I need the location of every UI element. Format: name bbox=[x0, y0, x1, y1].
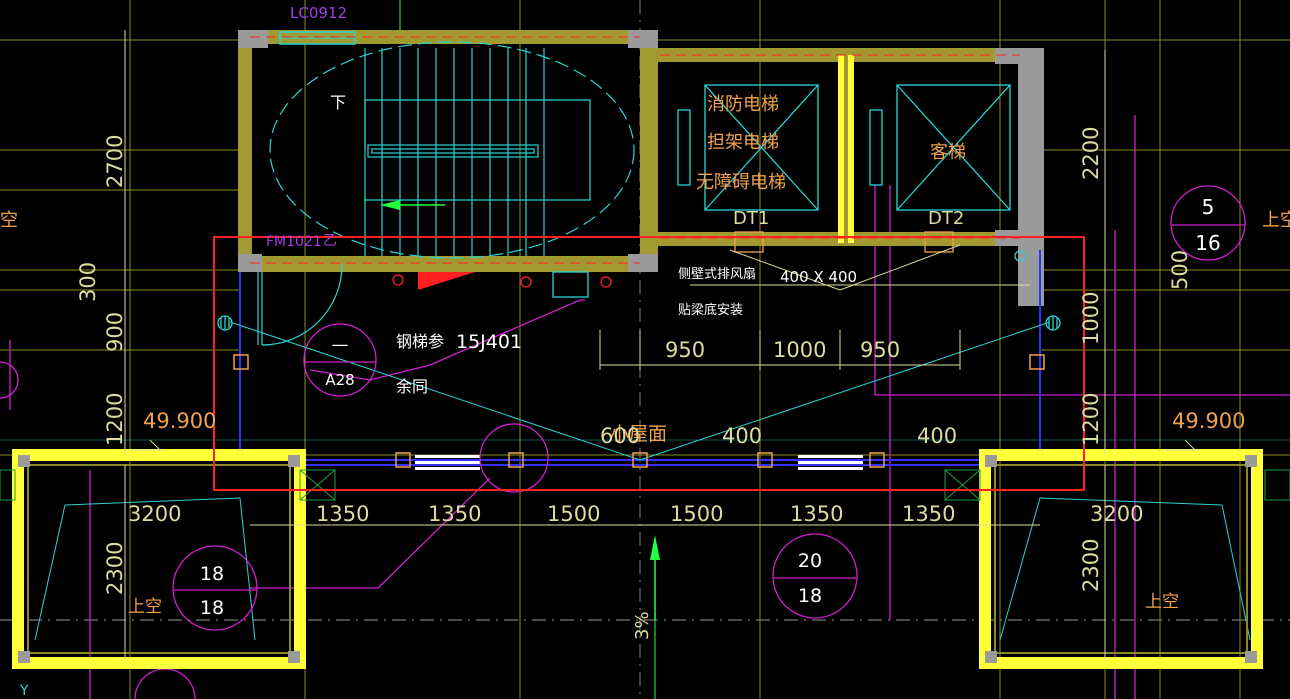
dim-bottom-8: 3200 bbox=[1090, 502, 1143, 526]
dim-top-3: 950 bbox=[860, 338, 900, 362]
dim-right-5: 2300 bbox=[1079, 539, 1103, 592]
dim-mid-3: 400 bbox=[917, 424, 957, 448]
elevator-1-label-line-1: 消防电梯 bbox=[707, 94, 779, 115]
dim-top-1: 950 bbox=[665, 338, 705, 362]
fan-note-1: 侧壁式排风扇 bbox=[678, 266, 756, 282]
edge-left-label: 空 bbox=[0, 210, 18, 231]
dim-bottom-1: 3200 bbox=[128, 502, 181, 526]
dim-bottom-4: 1500 bbox=[547, 502, 600, 526]
dim-right-1: 2200 bbox=[1079, 127, 1103, 180]
stair-down-label: 下 bbox=[330, 93, 346, 112]
callout-left-bottom: 18 bbox=[200, 597, 224, 619]
void-left-label: 上空 bbox=[128, 597, 162, 617]
dim-mid-1: 600 bbox=[600, 424, 640, 448]
dim-right-4: 1200 bbox=[1079, 393, 1103, 446]
cad-drawing-canvas[interactable]: — A28 5 16 18 18 20 18 LC0912 下 FM1021 乙… bbox=[0, 0, 1290, 699]
dim-top-2: 1000 bbox=[773, 338, 826, 362]
void-right-label: 上空 bbox=[1145, 592, 1179, 612]
dt1-label: DT1 bbox=[733, 208, 769, 229]
elevation-left: 49.900 bbox=[143, 409, 216, 433]
callout-right-bottom: 16 bbox=[1195, 231, 1220, 255]
dim-bottom-7: 1350 bbox=[902, 502, 955, 526]
door-tag-label: FM1021 bbox=[266, 234, 322, 250]
window-tag-label: LC0912 bbox=[290, 4, 347, 22]
callout-a28-bottom: A28 bbox=[325, 371, 354, 389]
callout-a28-top: — bbox=[332, 335, 349, 355]
dim-left-3: 900 bbox=[103, 312, 127, 352]
dim-right-3: 1000 bbox=[1079, 292, 1103, 345]
elevator-1-label-line-3: 无障碍电梯 bbox=[696, 172, 786, 193]
dim-right-2: 500 bbox=[1168, 250, 1192, 290]
dim-bottom-3: 1350 bbox=[428, 502, 481, 526]
callout-center-bottom: 18 bbox=[798, 585, 822, 607]
dim-left-4: 1200 bbox=[103, 393, 127, 446]
callout-right-top: 5 bbox=[1202, 195, 1215, 219]
dt2-label: DT2 bbox=[928, 208, 964, 229]
dim-mid-2: 400 bbox=[722, 424, 762, 448]
elevator-2-label: 客梯 bbox=[930, 142, 966, 163]
stair-ref-label-1: 钢梯参 bbox=[396, 332, 444, 351]
stair-ref-code: 15J401 bbox=[456, 331, 522, 353]
elevator-1-label-line-2: 担架电梯 bbox=[707, 132, 779, 153]
door-tag-suffix: 乙 bbox=[323, 233, 337, 249]
callout-center-top: 20 bbox=[798, 550, 822, 572]
dim-bottom-5: 1500 bbox=[670, 502, 723, 526]
axis-y-label: Y bbox=[19, 683, 29, 699]
stair-ref-label-2: 余同 bbox=[396, 377, 428, 396]
fan-note-2: 贴梁底安装 bbox=[678, 302, 743, 318]
fan-size-label: 400 X 400 bbox=[780, 268, 857, 286]
dim-bottom-6: 1350 bbox=[790, 502, 843, 526]
slope-label: 3% bbox=[632, 611, 653, 640]
dim-left-2: 300 bbox=[76, 262, 100, 302]
void-far-right-label: 上空 bbox=[1262, 210, 1290, 231]
dim-bottom-2: 1350 bbox=[316, 502, 369, 526]
callout-left-top: 18 bbox=[200, 563, 224, 585]
elevation-right: 49.900 bbox=[1172, 409, 1245, 433]
dim-left-5: 2300 bbox=[103, 542, 127, 595]
dim-left-1: 2700 bbox=[103, 135, 127, 188]
